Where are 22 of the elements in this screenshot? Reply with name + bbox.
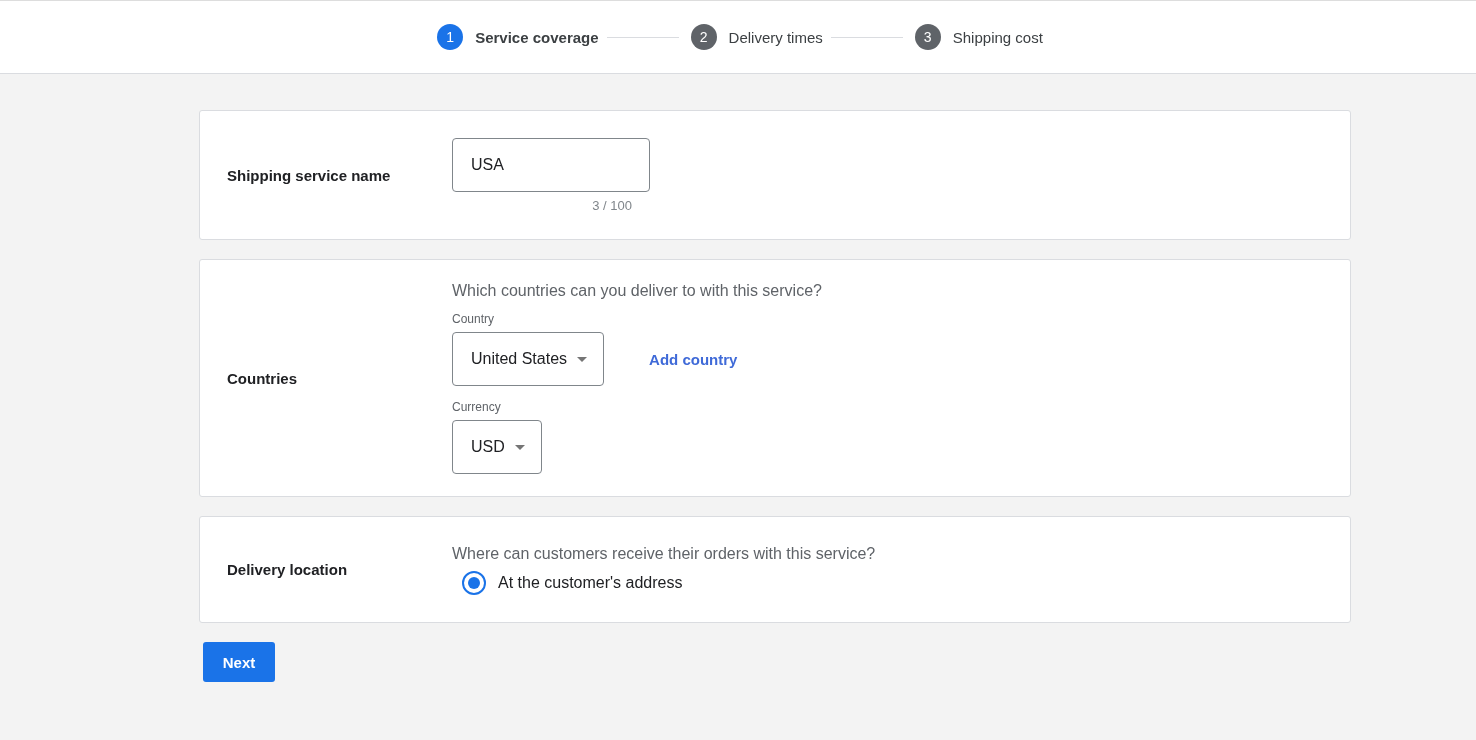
step-tab[interactable]: 3 Shipping cost [914, 24, 1043, 50]
country-dropdown[interactable]: United States [452, 332, 605, 386]
question-text: Which countries can you deliver to with this service? [452, 282, 822, 300]
caret-icon [577, 356, 588, 362]
step-number: 3 [914, 24, 941, 50]
section-label: Shipping service name [227, 166, 392, 184]
step-number: 1 [437, 24, 464, 50]
currency-dropdown[interactable]: USD [452, 420, 542, 474]
section-label: Countries [227, 369, 298, 387]
field-label: Country [452, 312, 496, 326]
next-button[interactable]: Next [203, 642, 275, 682]
caret-icon [514, 444, 525, 450]
character-counter: 3 / 100 [592, 197, 632, 213]
step-tab[interactable]: 1 Service coverage [437, 24, 599, 50]
step-tab[interactable]: 2 Delivery times [690, 24, 823, 50]
field-label: Currency [452, 400, 502, 414]
radio-option[interactable]: At the customer's address [452, 570, 876, 595]
section-label: Delivery location [227, 561, 349, 578]
add-country-link[interactable]: Add country [649, 350, 738, 368]
service-name-input[interactable]: USA [452, 137, 650, 192]
step-number: 2 [690, 24, 717, 50]
question-text: Where can customers receive their orders with this service? [452, 544, 876, 563]
